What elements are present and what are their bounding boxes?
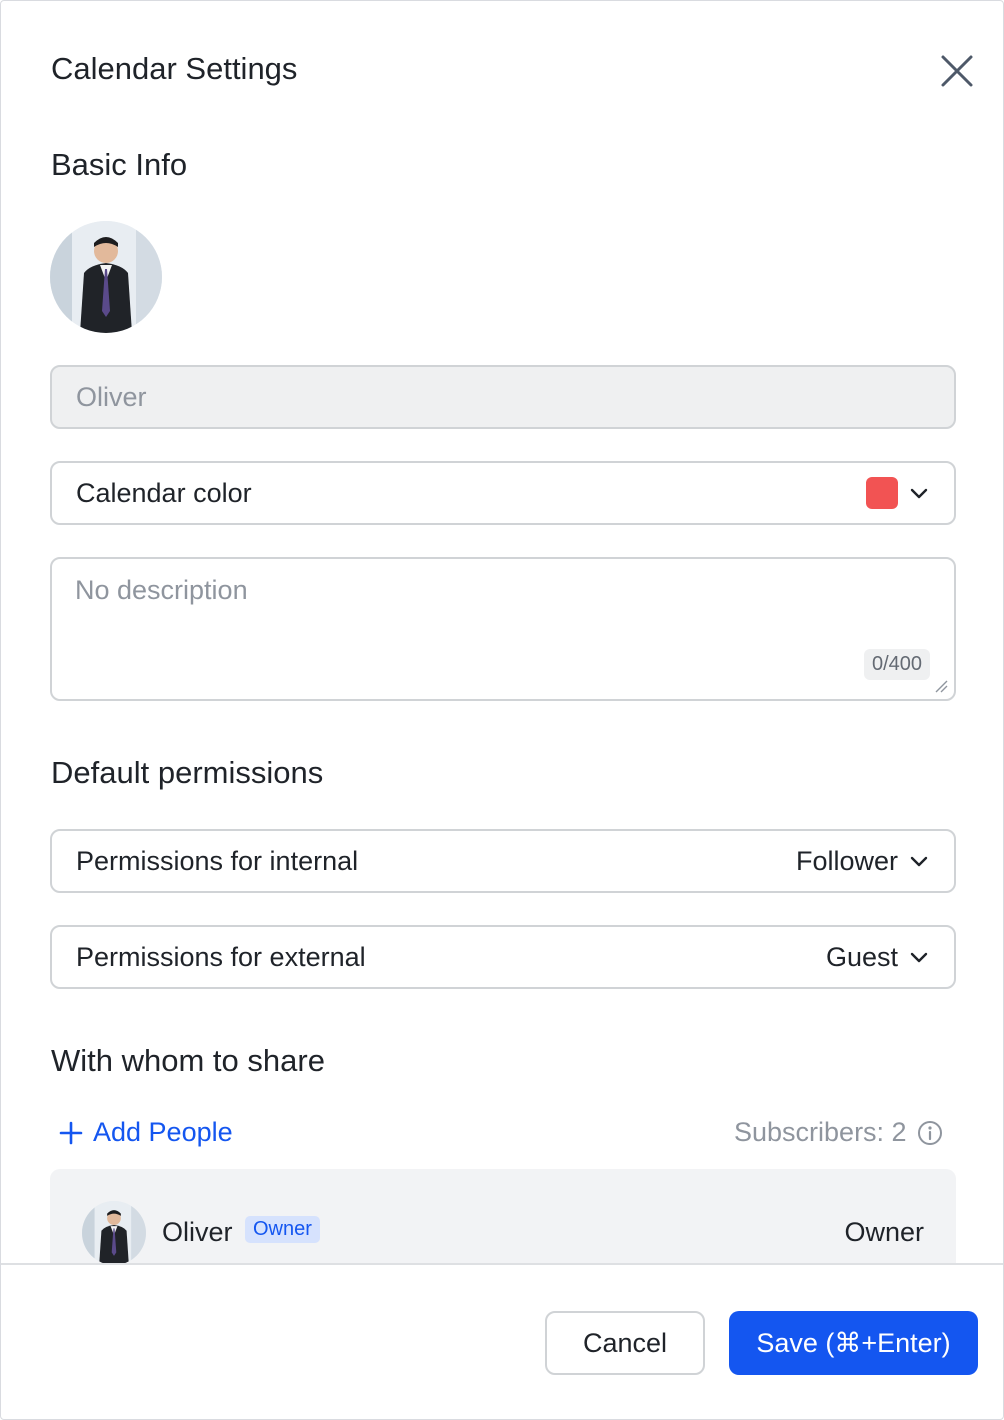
subscribers-label: Subscribers: 2	[734, 1117, 907, 1147]
chevron-down-icon	[910, 856, 928, 867]
share-heading: With whom to share	[51, 1043, 325, 1078]
default-permissions-heading: Default permissions	[51, 755, 324, 790]
calendar-avatar[interactable]	[50, 221, 162, 333]
owner-badge: Owner	[245, 1216, 320, 1243]
cancel-button[interactable]: Cancel	[545, 1311, 705, 1375]
dialog-title: Calendar Settings	[51, 51, 298, 86]
subscribers-count: Subscribers: 2	[734, 1117, 943, 1148]
internal-permissions-value: Follower	[795, 845, 898, 876]
internal-permissions-select[interactable]: Permissions for internal Follower	[50, 829, 956, 893]
external-permissions-select[interactable]: Permissions for external Guest	[50, 925, 956, 989]
character-counter: 0/400	[864, 649, 931, 680]
external-permissions-label: Permissions for external	[76, 941, 366, 972]
plus-icon	[59, 1121, 83, 1144]
resize-handle-icon[interactable]	[934, 679, 948, 693]
member-name: Oliver	[162, 1217, 233, 1247]
chevron-down-icon	[910, 488, 928, 499]
add-people-label: Add People	[93, 1117, 233, 1147]
member-role: Owner	[844, 1217, 924, 1247]
person-photo-icon	[50, 221, 162, 333]
calendar-color-select[interactable]: Calendar color	[50, 461, 956, 525]
person-photo-icon	[82, 1201, 146, 1265]
calendar-settings-dialog: Calendar Settings Basic Info Oliver Cale…	[0, 0, 1004, 1420]
calendar-name-field[interactable]: Oliver	[50, 365, 956, 429]
member-list: Oliver Owner Owner	[50, 1169, 956, 1265]
calendar-color-swatch	[866, 477, 898, 509]
calendar-color-label: Calendar color	[76, 477, 252, 508]
member-avatar	[82, 1201, 146, 1265]
close-icon[interactable]	[937, 51, 977, 91]
add-people-button[interactable]: Add People	[59, 1117, 233, 1148]
info-icon[interactable]	[917, 1120, 943, 1146]
description-placeholder: No description	[75, 575, 248, 605]
internal-permissions-label: Permissions for internal	[76, 845, 359, 876]
description-textarea[interactable]: No description 0/400	[50, 557, 956, 701]
chevron-down-icon	[910, 952, 928, 963]
calendar-name-value: Oliver	[76, 381, 147, 412]
basic-info-heading: Basic Info	[51, 147, 188, 182]
member-row: Oliver Owner Owner	[50, 1201, 956, 1265]
save-button[interactable]: Save (⌘+Enter)	[729, 1311, 978, 1375]
close-button[interactable]	[937, 51, 977, 91]
footer-divider	[1, 1263, 1003, 1265]
external-permissions-value: Guest	[825, 941, 898, 972]
